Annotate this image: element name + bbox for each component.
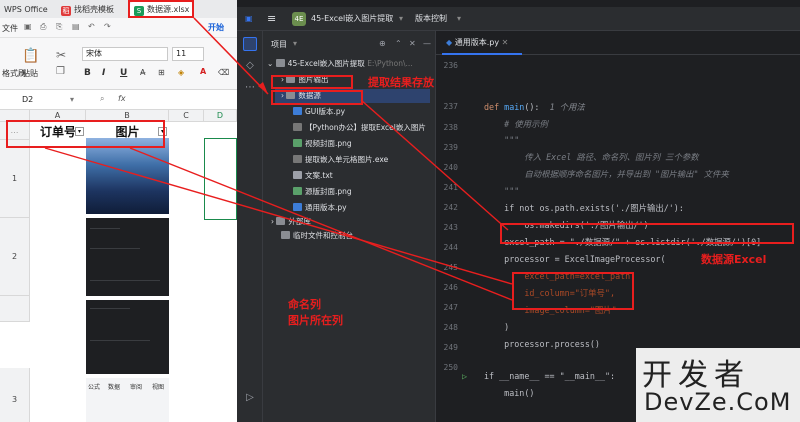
watermark-en: DevZe.CoM (644, 388, 792, 416)
annotation-image-column: 图片所在列 (288, 314, 343, 327)
annotation-data-source: 数据源Excel (701, 253, 767, 266)
annotation-extract-output: 提取结果存放 (368, 76, 434, 89)
annotation-name-column: 命名列 (288, 298, 321, 311)
watermark: 开发者 DevZe.CoM (636, 348, 800, 422)
